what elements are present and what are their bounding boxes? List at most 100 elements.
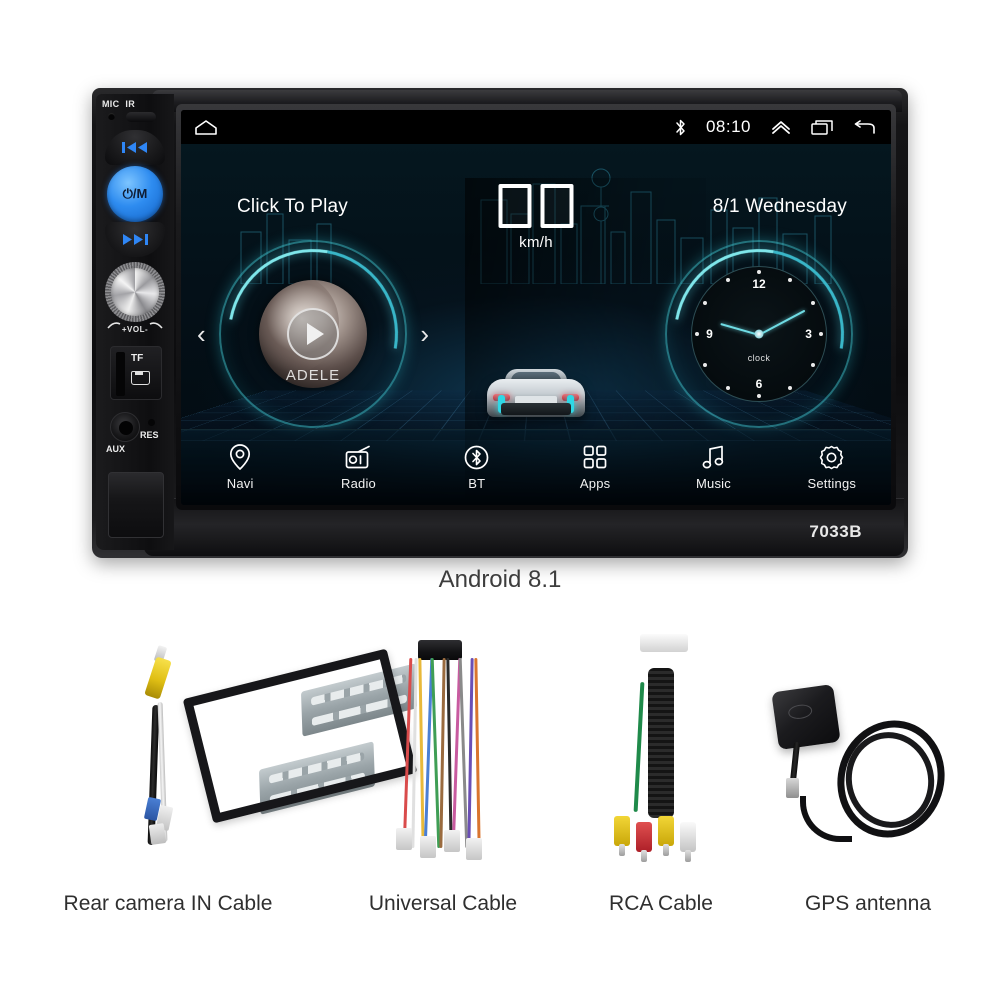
accessories-section: Rear camera IN Cable Universal Cable RCA… <box>0 610 1000 940</box>
lower-access-door <box>108 472 164 538</box>
ir-label: IR <box>125 99 135 109</box>
gps-cable-tail <box>800 796 852 842</box>
clock-numeral-12: 12 <box>752 277 765 291</box>
universal-wire-bundle <box>400 658 490 848</box>
dash-mounting-frame <box>183 648 418 823</box>
power-mode-button[interactable]: ⏻/M <box>107 166 163 222</box>
home-screen-wallpaper: Click To Play 8/1 Wednesday km/h ADELE ‹… <box>181 144 891 505</box>
dock-label-settings: Settings <box>808 476 857 491</box>
dock-item-settings[interactable]: Settings <box>776 444 888 491</box>
previous-song-arrow[interactable]: ‹ <box>197 321 206 347</box>
tf-card-slot[interactable]: TF <box>110 346 162 400</box>
car-rear-diffuser <box>501 403 571 415</box>
wire-orange <box>474 658 480 848</box>
gps-antenna-puck <box>771 684 840 750</box>
dock-label-radio: Radio <box>341 476 376 491</box>
dock-item-apps[interactable]: Apps <box>539 444 651 491</box>
android-version-caption: Android 8.1 <box>0 566 1000 594</box>
mic-ir-label-row: MIC IR <box>102 99 170 109</box>
recent-apps-icon <box>811 120 833 135</box>
universal-terminal-1 <box>396 828 412 850</box>
expand-panel-button[interactable] <box>771 120 791 134</box>
next-song-arrow[interactable]: › <box>420 321 429 347</box>
dock-item-music[interactable]: Music <box>657 444 769 491</box>
radio-icon <box>345 444 371 470</box>
volume-knob[interactable] <box>105 262 165 322</box>
clock-tick <box>726 278 730 282</box>
rca-plug-yellow-2 <box>658 816 674 846</box>
tf-slot-opening <box>116 352 125 396</box>
artist-name: ADELE <box>286 367 340 384</box>
speed-digit-1 <box>499 184 532 228</box>
universal-terminal-3 <box>444 830 460 852</box>
play-button[interactable] <box>287 308 339 360</box>
back-button[interactable] <box>853 120 875 135</box>
gps-sma-connector <box>786 778 799 798</box>
rca-harness-connector <box>640 634 688 652</box>
dock-item-navi[interactable]: Navi <box>184 444 296 491</box>
dock-item-bt[interactable]: BT <box>421 444 533 491</box>
screen-bezel: 08:10 Click To Play 8/1 Wednesday km/h A… <box>176 104 896 510</box>
wire-purple <box>467 658 473 848</box>
model-badge: 7033B <box>809 522 862 542</box>
aux-input-jack[interactable] <box>110 412 140 442</box>
clock-widget-label: clock <box>748 353 771 363</box>
gps-antenna-logo <box>787 703 813 720</box>
previous-track-button[interactable] <box>105 130 165 165</box>
volume-label: +VOL- <box>105 325 165 334</box>
speed-digits <box>499 184 574 228</box>
touchscreen[interactable]: 08:10 Click To Play 8/1 Wednesday km/h A… <box>181 110 891 505</box>
universal-terminal-4 <box>466 838 482 860</box>
dock-label-music: Music <box>696 476 731 491</box>
universal-terminal-2 <box>420 836 436 858</box>
recent-apps-button[interactable] <box>811 120 833 135</box>
rca-plug-red <box>636 822 652 852</box>
dock-label-navi: Navi <box>227 476 254 491</box>
clock-tick <box>726 386 730 390</box>
microphone-hole <box>108 113 115 120</box>
clock-center-cap <box>755 330 764 339</box>
clock-tick <box>788 278 792 282</box>
clock-tick <box>788 386 792 390</box>
rca-cable-sheath <box>648 668 674 818</box>
music-widget[interactable]: ADELE ‹ › <box>219 240 407 428</box>
speed-unit-label: km/h <box>499 234 574 251</box>
next-track-button[interactable] <box>105 222 165 257</box>
home-button[interactable] <box>195 120 217 135</box>
bluetooth-icon <box>464 444 489 470</box>
accessory-captions: Rear camera IN Cable Universal Cable RCA… <box>0 892 1000 916</box>
dock-label-apps: Apps <box>580 476 610 491</box>
clock-widget[interactable]: 12 3 6 9 clock <box>665 240 853 428</box>
dock-item-radio[interactable]: Radio <box>302 444 414 491</box>
ir-receiver-window <box>126 112 156 122</box>
map-pin-icon <box>229 444 251 470</box>
gear-icon <box>819 444 844 470</box>
left-control-panel: MIC IR ⏻/M +VOL- TF AUX RES <box>96 94 174 550</box>
clock-hour-hand <box>720 323 759 336</box>
music-note-icon <box>702 444 725 470</box>
rear-camera-white-connector-2 <box>149 823 167 845</box>
clock-numeral-9: 9 <box>706 327 713 341</box>
status-bar: 08:10 <box>181 110 891 144</box>
play-icon <box>307 323 324 345</box>
bluetooth-status-icon <box>675 119 686 136</box>
rca-green-wire <box>634 682 645 812</box>
chevron-up-icon <box>771 120 791 134</box>
clock-tick <box>757 394 761 398</box>
rca-plug-white <box>680 822 696 852</box>
rear-camera-yellow-plug <box>144 657 172 700</box>
clock-tick <box>811 363 815 367</box>
speed-digit-2 <box>541 184 574 228</box>
speedometer-readout: km/h <box>499 184 574 251</box>
mic-label: MIC <box>102 99 119 109</box>
accessory-caption-rca: RCA Cable <box>566 892 756 916</box>
home-icon <box>195 120 217 135</box>
clock-tick <box>703 363 707 367</box>
clock-minute-hand <box>759 310 806 336</box>
car-stereo-head-unit: 7033B MIC IR ⏻/M +VOL- TF AUX RES 08:10 … <box>92 88 908 558</box>
aux-label: AUX <box>106 444 125 454</box>
previous-track-icon <box>122 141 148 154</box>
reset-button[interactable] <box>148 419 155 426</box>
tf-label: TF <box>131 353 143 364</box>
clock-tick <box>695 332 699 336</box>
